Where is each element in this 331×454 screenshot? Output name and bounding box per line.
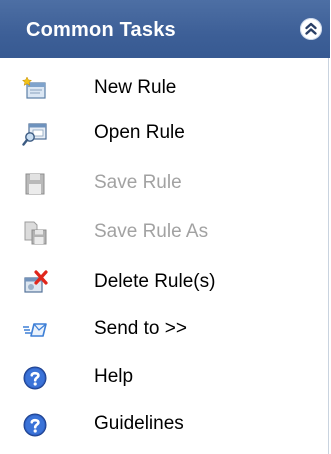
send-to-icon (22, 317, 48, 343)
guidelines-item[interactable]: Guidelines (0, 405, 328, 445)
guidelines-icon (22, 412, 48, 438)
send-to-item[interactable]: Send to >> (0, 310, 328, 350)
delete-rules-item[interactable]: Delete Rule(s) (0, 263, 328, 303)
common-tasks-panel: Common Tasks New Rule Open Rule Save Rul… (0, 0, 330, 454)
open-rule-label: Open Rule (94, 122, 185, 143)
delete-icon (22, 270, 48, 296)
save-rule-as-item[interactable]: Save Rule As (0, 213, 328, 253)
save-rule-label: Save Rule (94, 172, 182, 193)
save-icon (22, 171, 48, 197)
help-label: Help (94, 366, 134, 387)
save-rule-item[interactable]: Save Rule (0, 164, 328, 204)
delete-rules-label: Delete Rule(s) (94, 271, 216, 292)
send-to-label: Send to >> (94, 318, 187, 339)
save-rule-as-label: Save Rule As (94, 221, 209, 242)
help-icon (22, 365, 48, 391)
help-item[interactable]: Help (0, 358, 328, 398)
guidelines-label: Guidelines (94, 413, 184, 434)
chevron-double-up-icon[interactable] (300, 18, 322, 40)
new-rule-label: New Rule (94, 77, 177, 98)
panel-header[interactable]: Common Tasks (0, 0, 330, 58)
open-rule-icon (22, 121, 48, 147)
save-as-icon (22, 220, 48, 246)
new-rule-icon (22, 76, 48, 102)
new-rule-item[interactable]: New Rule (0, 69, 328, 109)
open-rule-item[interactable]: Open Rule (0, 114, 328, 154)
panel-title: Common Tasks (26, 19, 176, 41)
